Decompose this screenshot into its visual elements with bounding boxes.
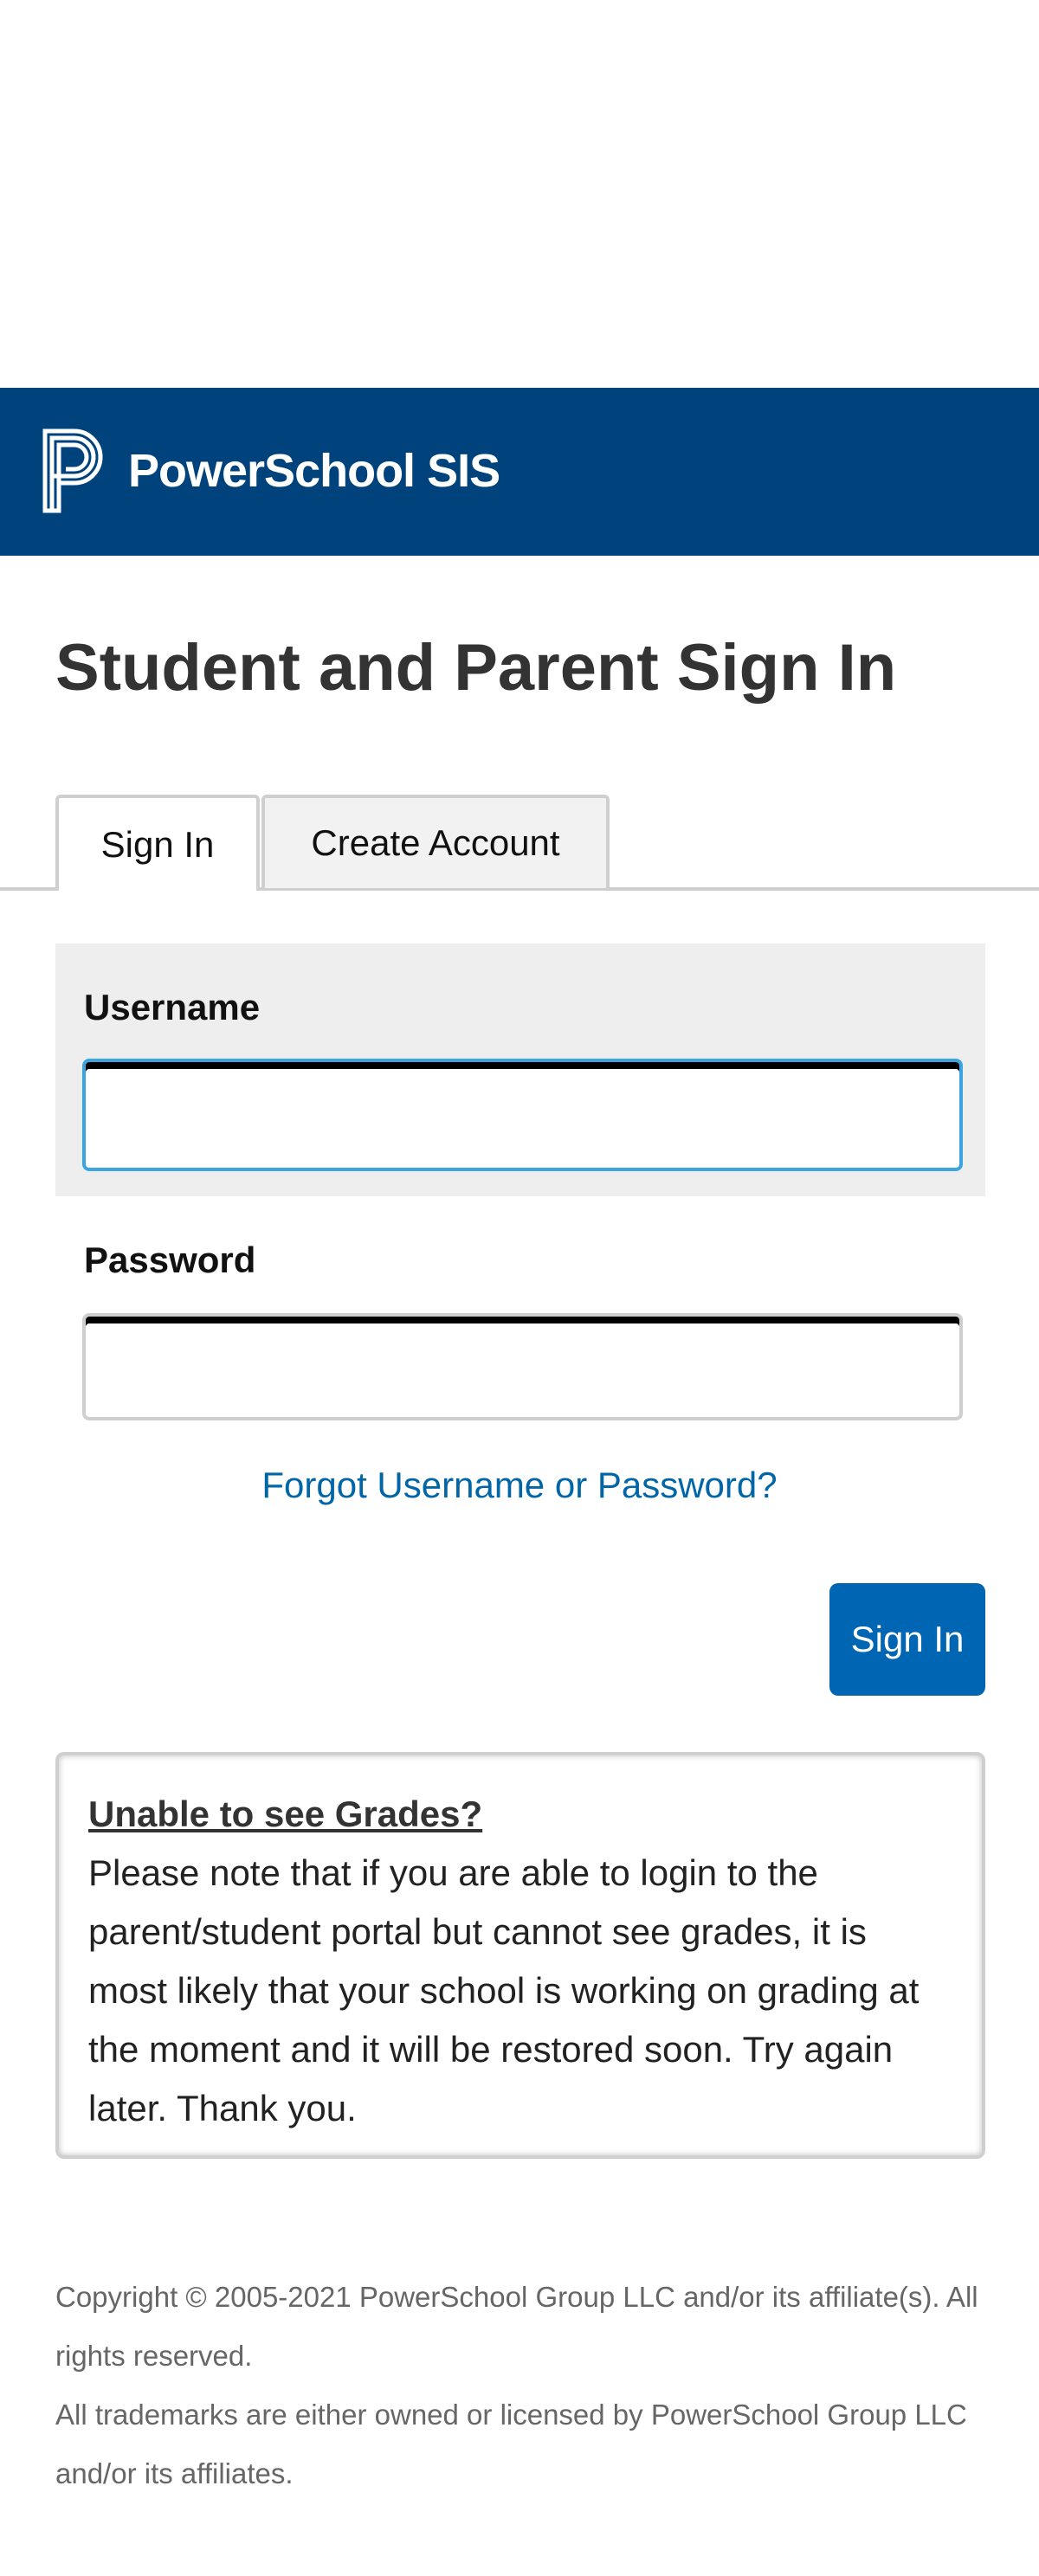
copyright-text: Copyright © 2005-2021 PowerSchool Group …	[55, 2281, 978, 2372]
tab-sign-in[interactable]: Sign In	[55, 795, 260, 891]
powerschool-p-icon	[42, 428, 103, 513]
notice-title: Unable to see Grades?	[88, 1794, 483, 1834]
footer: Copyright © 2005-2021 PowerSchool Group …	[55, 2268, 991, 2503]
header-bar: PowerSchool SIS	[0, 388, 1039, 556]
forgot-credentials-link[interactable]: Forgot Username or Password?	[0, 1465, 1039, 1506]
sign-in-button[interactable]: Sign In	[829, 1583, 985, 1696]
username-label: Username	[84, 987, 261, 1027]
tab-create-account-label: Create Account	[311, 822, 560, 863]
notice-body: Please note that if you are able to logi…	[88, 1852, 920, 2128]
grades-notice: Unable to see Grades? Please note that i…	[55, 1752, 985, 2159]
tab-create-account[interactable]: Create Account	[261, 795, 610, 888]
logo[interactable]: PowerSchool SIS	[40, 428, 500, 514]
username-input[interactable]	[82, 1059, 963, 1171]
password-input[interactable]	[82, 1313, 963, 1420]
login-page: PowerSchool SIS Student and Parent Sign …	[0, 0, 1039, 2576]
logo-text: PowerSchool SIS	[128, 445, 500, 497]
tab-sign-in-label: Sign In	[100, 823, 215, 865]
trademark-text: All trademarks are either owned or licen…	[55, 2399, 967, 2489]
page-title: Student and Parent Sign In	[55, 631, 897, 705]
password-label: Password	[84, 1240, 256, 1280]
